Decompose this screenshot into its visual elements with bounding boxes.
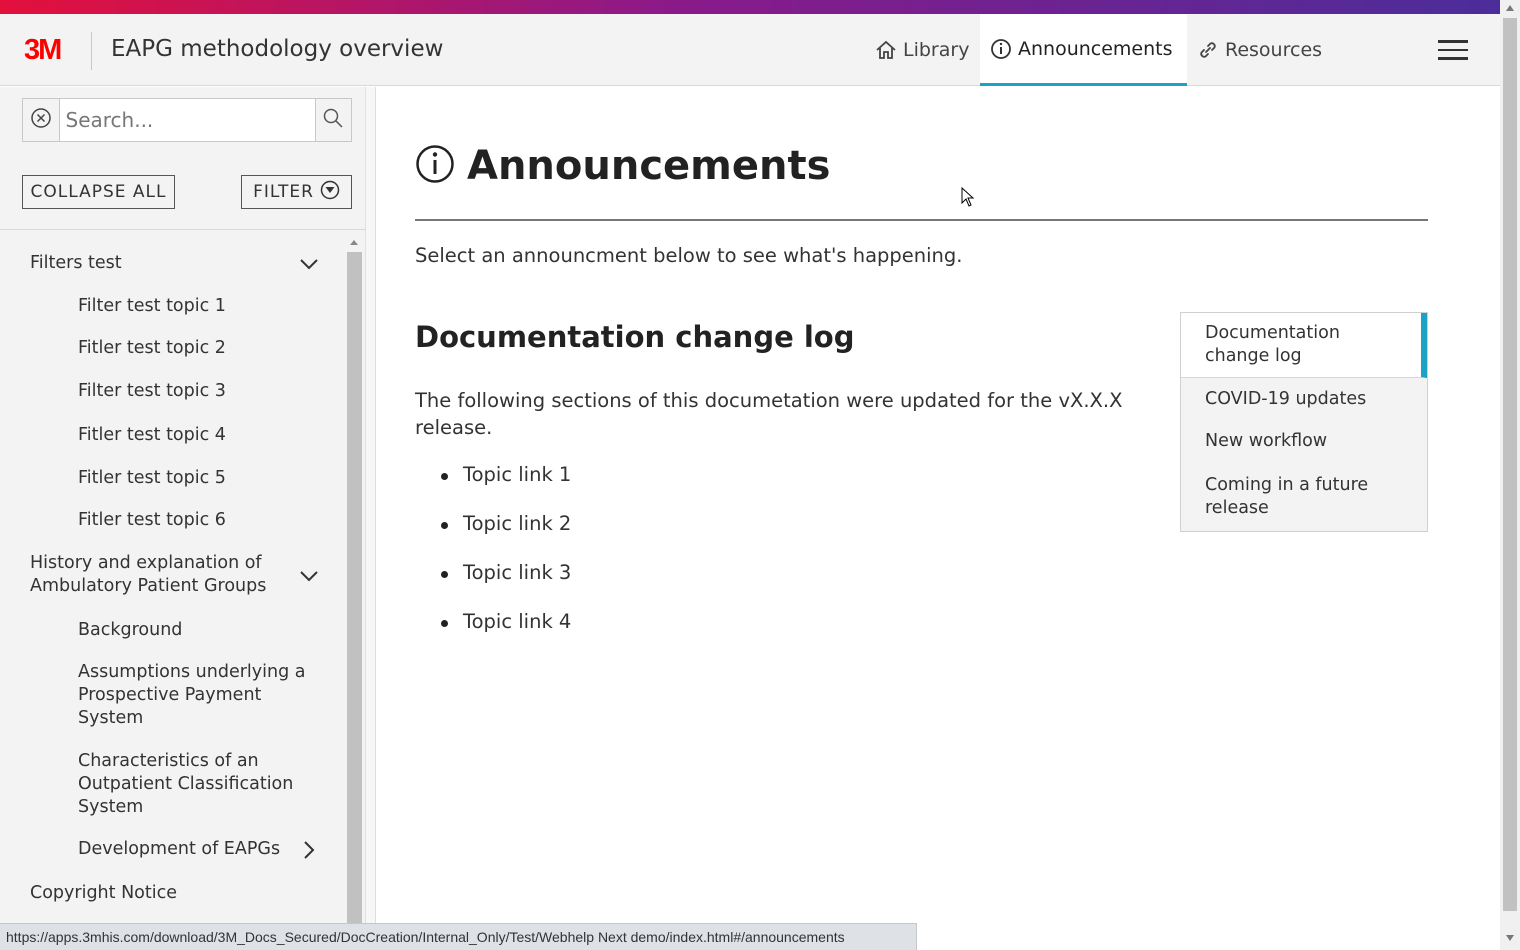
scroll-up-arrow-icon[interactable] [1506, 5, 1514, 11]
announcement-mini-toc: Documentation change log COVID-19 update… [1180, 312, 1428, 532]
toc-item-history-apg[interactable]: History and explanation of Ambulatory Pa… [30, 552, 290, 598]
page-title: Announcements [467, 143, 831, 189]
site-title[interactable]: EAPG methodology overview [111, 36, 443, 62]
heading-divider [415, 219, 1428, 221]
nav-tab-label: Library [903, 39, 970, 61]
main-content: Announcements Select an announcment belo… [377, 87, 1500, 923]
scroll-up-arrow-icon[interactable] [350, 240, 358, 245]
toc-item-filter-topic-6[interactable]: Fitler test topic 6 [78, 509, 226, 532]
mouse-cursor-icon [961, 186, 975, 211]
window-scrollbar[interactable] [1500, 0, 1520, 950]
section-title: Documentation change log [415, 320, 855, 354]
table-of-contents: Filters test Filter test topic 1 Fitler … [0, 240, 346, 923]
section-description: The following sections of this documetat… [415, 389, 1123, 439]
info-icon [990, 38, 1012, 60]
chevron-down-icon[interactable] [299, 256, 319, 275]
topic-link[interactable]: Topic link 4 [441, 610, 571, 659]
sidebar-separator [0, 229, 366, 230]
toc-item-background[interactable]: Background [78, 619, 182, 642]
sidebar-scroll-thumb[interactable] [347, 252, 362, 935]
nav-tab-label: Resources [1225, 39, 1323, 61]
nav-tab-resources[interactable]: Resources [1187, 14, 1332, 86]
site-header: 3M EAPG methodology overview Library Ann… [0, 14, 1500, 86]
mini-toc-item-future-release[interactable]: Coming in a future release [1181, 474, 1427, 520]
search-box [22, 98, 352, 142]
nav-tab-library[interactable]: Library [865, 14, 979, 86]
search-input[interactable] [59, 99, 315, 141]
brand-gradient-bar [0, 0, 1500, 14]
search-button[interactable] [314, 99, 351, 141]
toc-item-filter-topic-1[interactable]: Filter test topic 1 [78, 295, 226, 318]
scroll-down-arrow-icon[interactable] [1506, 935, 1514, 941]
filter-label: FILTER [253, 182, 314, 202]
window-scroll-thumb[interactable] [1503, 18, 1517, 911]
toc-item-copyright[interactable]: Copyright Notice [30, 882, 177, 905]
toc-item-characteristics[interactable]: Characteristics of an Outpatient Classif… [78, 750, 303, 819]
topic-link[interactable]: Topic link 1 [441, 463, 571, 512]
topic-link[interactable]: Topic link 3 [441, 561, 571, 610]
home-icon [875, 39, 897, 61]
toc-item-filter-topic-5[interactable]: Fitler test topic 5 [78, 467, 226, 490]
nav-tab-label: Announcements [1018, 37, 1173, 60]
toc-item-assumptions[interactable]: Assumptions underlying a Prospective Pay… [78, 661, 313, 730]
toc-item-filters-test[interactable]: Filters test [30, 252, 122, 275]
chevron-down-icon[interactable] [299, 568, 319, 587]
sidebar-resize-handle[interactable] [366, 87, 376, 923]
toc-item-filter-topic-4[interactable]: Fitler test topic 4 [78, 424, 226, 447]
nav-tab-announcements[interactable]: Announcements [980, 14, 1187, 86]
mini-toc-item-covid-updates[interactable]: COVID-19 updates [1181, 388, 1427, 411]
info-icon [415, 144, 455, 188]
logo[interactable]: 3M [24, 34, 62, 67]
page-heading: Announcements [415, 143, 830, 189]
topic-link[interactable]: Topic link 2 [441, 512, 571, 561]
clear-icon [30, 107, 52, 133]
sidebar-scrollbar[interactable] [346, 240, 362, 935]
hamburger-menu-icon[interactable] [1438, 40, 1468, 62]
mini-toc-item-new-workflow[interactable]: New workflow [1181, 430, 1427, 453]
collapse-all-button[interactable]: COLLAPSE ALL [22, 175, 175, 209]
mini-toc-item-documentation-change-log[interactable]: Documentation change log [1181, 313, 1427, 378]
search-icon [322, 107, 344, 133]
toc-item-filter-topic-3[interactable]: Filter test topic 3 [78, 380, 226, 403]
chevron-right-icon[interactable] [302, 840, 316, 864]
clear-search-button[interactable] [23, 99, 60, 141]
logo-divider [91, 32, 92, 70]
sidebar: COLLAPSE ALL FILTER Filters test Filter … [0, 87, 366, 935]
filter-icon [320, 180, 340, 205]
collapse-all-label: COLLAPSE ALL [30, 182, 167, 202]
toc-item-filter-topic-2[interactable]: Fitler test topic 2 [78, 337, 226, 360]
filter-button[interactable]: FILTER [241, 175, 352, 209]
intro-text: Select an announcment below to see what'… [415, 244, 963, 267]
status-bar-url: https://apps.3mhis.com/download/3M_Docs_… [0, 923, 917, 950]
topic-link-list: Topic link 1 Topic link 2 Topic link 3 T… [441, 463, 571, 659]
link-icon [1197, 39, 1219, 61]
toc-item-development-eapgs[interactable]: Development of EAPGs [78, 838, 280, 861]
